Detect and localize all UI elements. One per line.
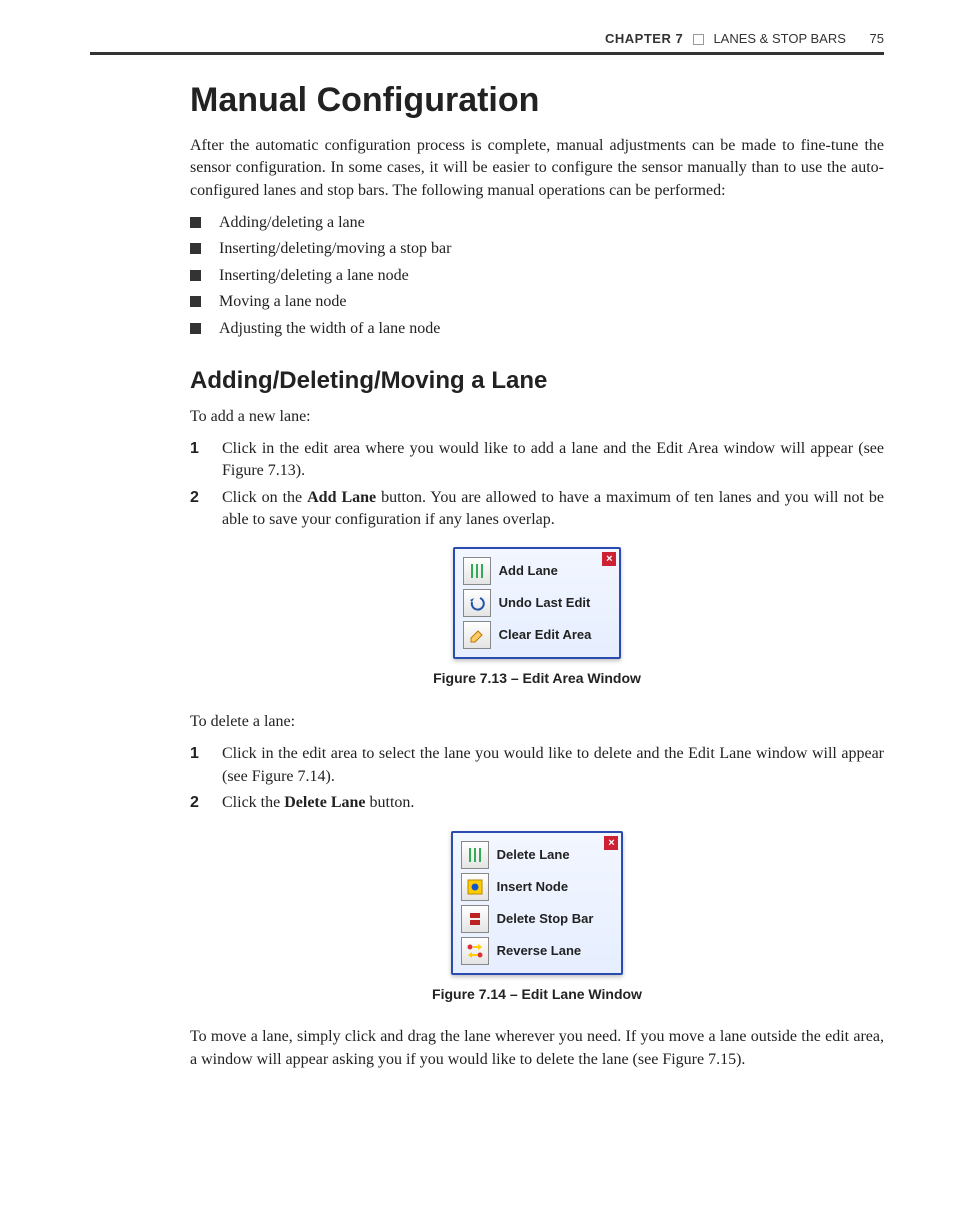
delete-stop-bar-button[interactable]: Delete Stop Bar xyxy=(459,903,616,935)
step-text: Click the Delete Lane button. xyxy=(222,792,414,814)
button-label: Reverse Lane xyxy=(497,942,582,960)
figure-7-13: × Add Lane Undo Last Edit Clear Edit Are… xyxy=(190,547,884,689)
edit-area-window: × Add Lane Undo Last Edit Clear Edit Are… xyxy=(453,547,622,659)
lane-bars-icon xyxy=(461,841,489,869)
square-bullet-icon xyxy=(190,217,201,228)
operations-list: Adding/deleting a lane Inserting/deletin… xyxy=(190,212,884,340)
reverse-lane-button[interactable]: Reverse Lane xyxy=(459,935,616,967)
figure-caption: Figure 7.13 – Edit Area Window xyxy=(190,669,884,689)
clear-edit-area-button[interactable]: Clear Edit Area xyxy=(461,619,614,651)
edit-lane-window: × Delete Lane Insert Node Delete Stop Ba… xyxy=(451,831,624,975)
list-item: Moving a lane node xyxy=(190,291,884,313)
undo-icon xyxy=(463,589,491,617)
list-item: Adding/deleting a lane xyxy=(190,212,884,234)
button-label: Undo Last Edit xyxy=(499,594,591,612)
move-lane-paragraph: To move a lane, simply click and drag th… xyxy=(190,1026,884,1071)
close-icon[interactable]: × xyxy=(604,836,618,850)
delete-lane-intro: To delete a lane: xyxy=(190,711,884,733)
add-lane-button[interactable]: Add Lane xyxy=(461,555,614,587)
lane-bars-icon xyxy=(463,557,491,585)
running-header: CHAPTER 7 LANES & STOP BARS 75 xyxy=(90,30,884,48)
button-label: Insert Node xyxy=(497,878,569,896)
delete-lane-steps: 1 Click in the edit area to select the l… xyxy=(190,743,884,814)
step-item: 2 Click on the Add Lane button. You are … xyxy=(190,487,884,532)
step-text: Click in the edit area to select the lan… xyxy=(222,743,884,788)
header-separator-icon xyxy=(693,34,704,45)
page-title: Manual Configuration xyxy=(190,77,884,125)
step-number: 2 xyxy=(190,487,218,509)
chapter-title: LANES & STOP BARS xyxy=(713,31,845,46)
step-text: Click in the edit area where you would l… xyxy=(222,438,884,483)
step-number: 2 xyxy=(190,792,218,814)
node-icon xyxy=(461,873,489,901)
step-item: 1 Click in the edit area where you would… xyxy=(190,438,884,483)
figure-7-14: × Delete Lane Insert Node Delete Stop Ba… xyxy=(190,831,884,1005)
content-area: Manual Configuration After the automatic… xyxy=(190,77,884,1071)
square-bullet-icon xyxy=(190,296,201,307)
insert-node-button[interactable]: Insert Node xyxy=(459,871,616,903)
step-text: Click on the Add Lane button. You are al… xyxy=(222,487,884,532)
step-number: 1 xyxy=(190,743,218,765)
chapter-label: CHAPTER 7 xyxy=(605,31,683,46)
list-item: Inserting/deleting/moving a stop bar xyxy=(190,238,884,260)
delete-lane-button[interactable]: Delete Lane xyxy=(459,839,616,871)
button-label: Clear Edit Area xyxy=(499,626,592,644)
button-label: Delete Stop Bar xyxy=(497,910,594,928)
step-item: 1 Click in the edit area to select the l… xyxy=(190,743,884,788)
figure-caption: Figure 7.14 – Edit Lane Window xyxy=(190,985,884,1005)
square-bullet-icon xyxy=(190,243,201,254)
reverse-icon xyxy=(461,937,489,965)
button-label: Add Lane xyxy=(499,562,558,580)
add-lane-intro: To add a new lane: xyxy=(190,406,884,428)
eraser-icon xyxy=(463,621,491,649)
stopbar-icon xyxy=(461,905,489,933)
intro-paragraph: After the automatic configuration proces… xyxy=(190,135,884,202)
button-label: Delete Lane xyxy=(497,846,570,864)
page-number: 75 xyxy=(870,31,884,46)
section-title: Adding/Deleting/Moving a Lane xyxy=(190,364,884,398)
step-item: 2 Click the Delete Lane button. xyxy=(190,792,884,814)
square-bullet-icon xyxy=(190,270,201,281)
list-item: Inserting/deleting a lane node xyxy=(190,265,884,287)
close-icon[interactable]: × xyxy=(602,552,616,566)
square-bullet-icon xyxy=(190,323,201,334)
undo-last-edit-button[interactable]: Undo Last Edit xyxy=(461,587,614,619)
list-item: Adjusting the width of a lane node xyxy=(190,318,884,340)
step-number: 1 xyxy=(190,438,218,460)
add-lane-steps: 1 Click in the edit area where you would… xyxy=(190,438,884,532)
header-rule xyxy=(90,52,884,55)
